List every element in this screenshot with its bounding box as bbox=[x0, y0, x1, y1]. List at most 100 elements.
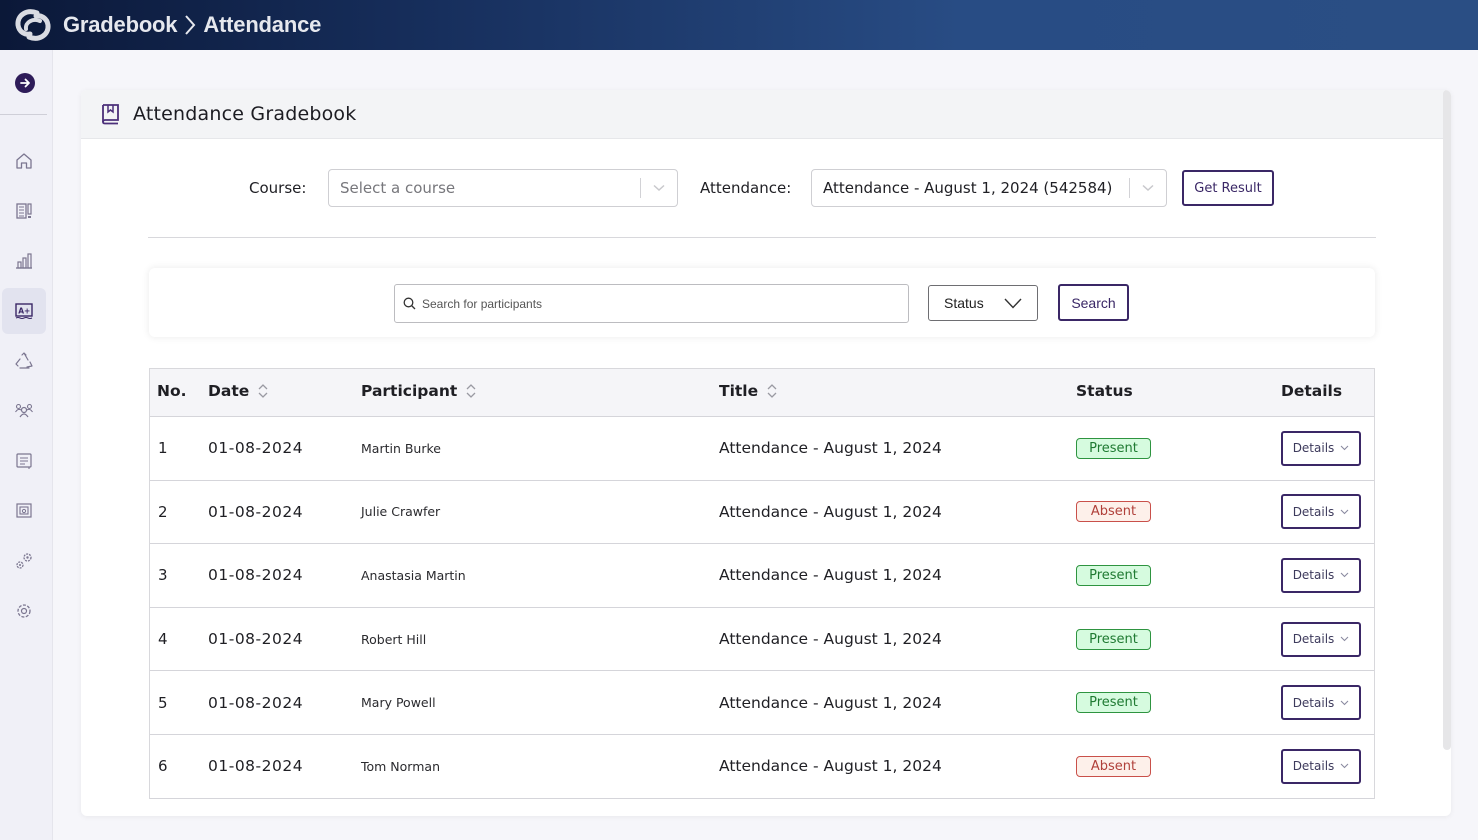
table-row: 3 01-08-2024 Anastasia Martin Attendance… bbox=[150, 544, 1374, 608]
expand-sidebar-button[interactable] bbox=[15, 73, 35, 93]
attendance-gradebook-card: Attendance Gradebook Course: Select a co… bbox=[81, 90, 1451, 816]
sidebar-item-home[interactable] bbox=[2, 138, 46, 184]
cell-title: Attendance - August 1, 2024 bbox=[719, 566, 942, 585]
column-header-no: No. bbox=[157, 382, 187, 400]
report-icon bbox=[16, 203, 32, 219]
cell-status: Present bbox=[1076, 417, 1151, 480]
sidebar-item-gradebook[interactable]: A+ bbox=[2, 288, 46, 334]
chevron-down-icon bbox=[1340, 509, 1349, 515]
details-button-label: Details bbox=[1292, 759, 1335, 774]
table-row: 5 01-08-2024 Mary Powell Attendance - Au… bbox=[150, 671, 1374, 735]
sidebar: A+ bbox=[0, 50, 53, 840]
top-bar: Gradebook Attendance bbox=[0, 0, 1478, 50]
chevron-down-icon bbox=[1004, 298, 1022, 309]
details-button-label: Details bbox=[1292, 568, 1335, 583]
users-group-icon bbox=[15, 403, 33, 418]
sidebar-item-analytics[interactable] bbox=[2, 238, 46, 284]
breadcrumb-attendance: Attendance bbox=[203, 12, 322, 37]
sidebar-item-classroom[interactable] bbox=[2, 488, 46, 534]
status-dropdown[interactable]: Status bbox=[928, 285, 1038, 321]
sidebar-item-settings[interactable] bbox=[2, 588, 46, 634]
cell-title: Attendance - August 1, 2024 bbox=[719, 630, 942, 649]
sidebar-item-recycle[interactable] bbox=[2, 338, 46, 384]
attendance-label: Attendance: bbox=[700, 179, 792, 197]
home-icon bbox=[16, 153, 32, 169]
breadcrumb-gradebook[interactable]: Gradebook bbox=[63, 12, 178, 38]
chevron-down-icon bbox=[1130, 184, 1166, 192]
status-badge: Present bbox=[1076, 564, 1151, 586]
cell-status: Present bbox=[1076, 544, 1151, 607]
attendance-select[interactable]: Attendance - August 1, 2024 (542584) bbox=[811, 169, 1167, 207]
table-row: 1 01-08-2024 Martin Burke Attendance - A… bbox=[150, 417, 1374, 481]
column-header-title[interactable]: Title bbox=[719, 382, 778, 400]
cell-details: Details bbox=[1281, 544, 1361, 607]
course-select-placeholder: Select a course bbox=[340, 179, 456, 197]
card-header: Attendance Gradebook bbox=[81, 90, 1451, 139]
column-header-date[interactable]: Date bbox=[208, 382, 269, 400]
recycle-icon bbox=[15, 352, 33, 369]
sidebar-item-lists[interactable] bbox=[2, 438, 46, 484]
status-badge: Present bbox=[1076, 692, 1151, 714]
status-badge: Absent bbox=[1076, 501, 1151, 523]
divider bbox=[148, 237, 1376, 238]
column-label: No. bbox=[157, 382, 187, 400]
details-button[interactable]: Details bbox=[1281, 557, 1361, 593]
sort-icon[interactable] bbox=[766, 382, 778, 400]
cell-participant: Martin Burke bbox=[361, 440, 441, 456]
classroom-icon bbox=[16, 503, 32, 518]
details-button[interactable]: Details bbox=[1281, 621, 1361, 657]
cell-participant: Robert Hill bbox=[361, 631, 427, 647]
get-result-button[interactable]: Get Result bbox=[1182, 170, 1274, 206]
details-button[interactable]: Details bbox=[1281, 748, 1361, 784]
search-field[interactable] bbox=[394, 284, 909, 323]
details-button[interactable]: Details bbox=[1281, 430, 1361, 466]
book-bookmark-icon bbox=[102, 104, 119, 125]
cell-no: 6 bbox=[158, 757, 168, 776]
column-header-status: Status bbox=[1076, 382, 1133, 400]
cell-title: Attendance - August 1, 2024 bbox=[719, 757, 942, 776]
column-label: Participant bbox=[361, 382, 458, 400]
cell-date: 01-08-2024 bbox=[208, 693, 304, 712]
cell-date: 01-08-2024 bbox=[208, 566, 304, 585]
cell-no: 4 bbox=[158, 630, 168, 649]
cell-date: 01-08-2024 bbox=[208, 502, 304, 521]
column-label: Details bbox=[1281, 382, 1343, 400]
column-header-details: Details bbox=[1281, 382, 1342, 400]
search-input[interactable] bbox=[422, 296, 892, 311]
cell-status: Present bbox=[1076, 671, 1151, 734]
details-button-label: Details bbox=[1292, 504, 1335, 519]
attendance-select-value: Attendance - August 1, 2024 (542584) bbox=[823, 179, 1113, 197]
cell-participant: Mary Powell bbox=[361, 695, 436, 711]
course-select[interactable]: Select a course bbox=[328, 169, 678, 207]
table-row: 6 01-08-2024 Tom Norman Attendance - Aug… bbox=[150, 735, 1374, 799]
svg-text:A+: A+ bbox=[18, 307, 30, 316]
sidebar-item-users[interactable] bbox=[2, 388, 46, 434]
sidebar-item-integrations[interactable] bbox=[2, 538, 46, 584]
column-header-participant[interactable]: Participant bbox=[361, 382, 477, 400]
details-button-label: Details bbox=[1292, 695, 1335, 710]
column-label: Status bbox=[1076, 382, 1133, 400]
details-button[interactable]: Details bbox=[1281, 494, 1361, 530]
column-label: Date bbox=[208, 382, 250, 400]
cell-details: Details bbox=[1281, 481, 1361, 544]
filter-row: Course: Select a course Attendance: Atte… bbox=[81, 169, 1451, 207]
card-title: Attendance Gradebook bbox=[133, 103, 357, 125]
status-badge: Present bbox=[1076, 628, 1151, 650]
details-button[interactable]: Details bbox=[1281, 685, 1361, 721]
search-button[interactable]: Search bbox=[1058, 284, 1129, 321]
brand-logo-icon[interactable] bbox=[12, 4, 54, 46]
sort-icon[interactable] bbox=[465, 382, 477, 400]
sidebar-divider bbox=[0, 114, 47, 115]
status-dropdown-label: Status bbox=[944, 295, 984, 311]
sort-icon[interactable] bbox=[257, 382, 269, 400]
cell-status: Absent bbox=[1076, 481, 1151, 544]
chevron-down-icon bbox=[1340, 445, 1349, 451]
status-badge: Present bbox=[1076, 437, 1151, 459]
cell-title: Attendance - August 1, 2024 bbox=[719, 439, 942, 458]
sidebar-item-reports[interactable] bbox=[2, 188, 46, 234]
cell-status: Absent bbox=[1076, 735, 1151, 798]
table-body: 1 01-08-2024 Martin Burke Attendance - A… bbox=[150, 417, 1374, 799]
cell-details: Details bbox=[1281, 417, 1361, 480]
cell-details: Details bbox=[1281, 608, 1361, 671]
grade-a-plus-icon: A+ bbox=[15, 303, 33, 319]
